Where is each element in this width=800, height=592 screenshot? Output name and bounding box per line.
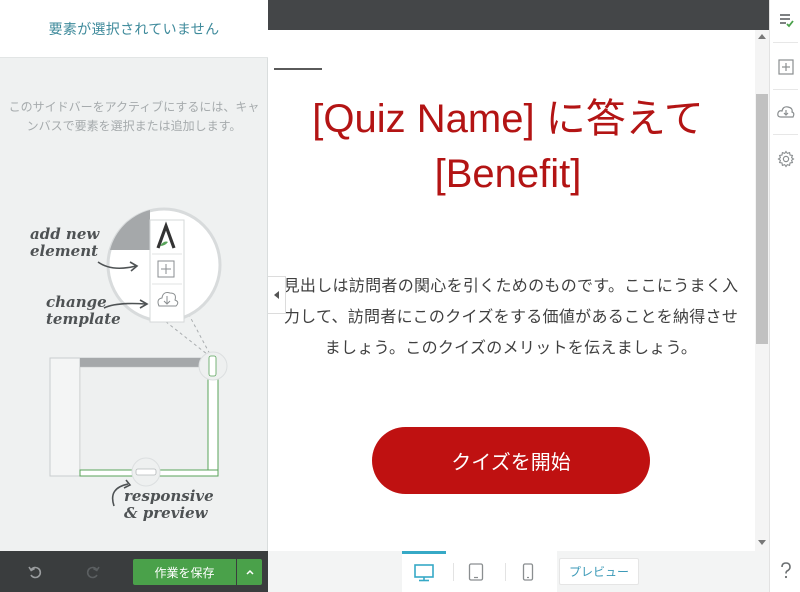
save-work-button[interactable]: 作業を保存 [133, 559, 236, 585]
scrollbar-thumb[interactable] [756, 94, 768, 344]
add-element-button[interactable] [770, 49, 800, 85]
preview-button[interactable]: プレビュー [559, 558, 639, 585]
undo-icon [28, 566, 42, 579]
tablet-icon [468, 562, 484, 581]
no-element-selected-title: 要素が選択されていません [48, 21, 220, 38]
scroll-down-arrow-icon[interactable] [758, 540, 766, 545]
cloud-download-icon [776, 106, 794, 118]
change-template-button[interactable] [770, 94, 800, 130]
tablet-view-button[interactable] [454, 551, 498, 592]
canvas-scrollbar[interactable] [755, 30, 769, 551]
settings-button[interactable] [770, 141, 800, 177]
undo-button[interactable] [26, 563, 44, 581]
question-mark-icon [780, 562, 791, 579]
device-switcher [402, 551, 557, 592]
responsive-preview-label: responsive & preview [124, 488, 214, 522]
onboarding-illustration: add new element change template responsi… [0, 180, 268, 540]
canvas-top-bar [268, 0, 769, 30]
headline-line1: [Quiz Name] に答えて [312, 97, 704, 141]
right-sidebar [769, 0, 800, 592]
caret-left-icon [274, 291, 279, 299]
plus-square-icon [777, 59, 794, 75]
change-template-label-line1: change [46, 293, 107, 311]
panel-header: 要素が選択されていません [0, 0, 268, 58]
editor-canvas[interactable]: [Quiz Name] に答えて [Benefit] 見出しは訪問者の関心を引く… [268, 30, 755, 551]
sidebar-separator [773, 89, 798, 90]
quiz-description[interactable]: 見出しは訪問者の関心を引くためのものです。ここにうまく入力して、訪問者にこのクイ… [278, 270, 744, 363]
responsive-preview-label-line1: responsive [124, 487, 214, 505]
add-element-label: add new element [30, 226, 99, 260]
responsive-preview-label-line2: & preview [124, 504, 208, 522]
sidebar-separator [773, 42, 798, 43]
gear-icon [777, 150, 794, 168]
decorative-divider [274, 68, 322, 70]
save-options-button[interactable] [237, 559, 262, 585]
redo-icon [86, 566, 100, 579]
change-template-label: change template [46, 294, 121, 328]
change-template-label-line2: template [46, 310, 121, 328]
sidebar-help-text: このサイドバーをアクティブにするには、キャンバスで要素を選択または追加します。 [8, 100, 260, 133]
device-preview-bar: プレビュー [268, 551, 769, 592]
redo-button[interactable] [84, 563, 102, 581]
scroll-up-arrow-icon[interactable] [758, 34, 766, 39]
editor-footer: 作業を保存 [0, 551, 268, 592]
list-check-icon [779, 14, 794, 28]
content-outline-button[interactable] [770, 2, 800, 38]
add-element-label-line1: add new [30, 225, 100, 243]
sidebar-separator [773, 134, 798, 135]
desktop-view-button[interactable] [402, 551, 446, 592]
mobile-view-button[interactable] [506, 551, 550, 592]
collapse-sidebar-toggle[interactable] [268, 276, 286, 314]
desktop-icon [414, 564, 434, 582]
headline-line2: [Benefit] [434, 152, 582, 196]
mobile-icon [522, 562, 534, 581]
start-quiz-button[interactable]: クイズを開始 [372, 427, 650, 494]
help-button[interactable] [770, 553, 800, 589]
quiz-headline[interactable]: [Quiz Name] に答えて [Benefit] [268, 92, 748, 202]
chevron-up-icon [245, 569, 254, 575]
left-sidebar: 要素が選択されていません このサイドバーをアクティブにするには、キャンバスで要素… [0, 0, 268, 592]
add-element-label-line2: element [30, 242, 99, 260]
